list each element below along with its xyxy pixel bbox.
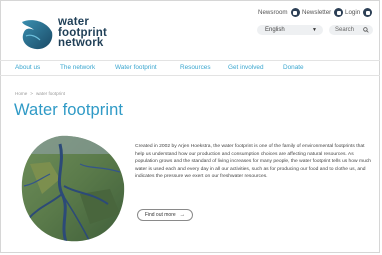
newsletter-link[interactable]: Newsletter xyxy=(302,8,344,17)
language-value: English xyxy=(265,27,285,33)
logo-line-1: water xyxy=(58,16,90,28)
hero-image xyxy=(21,135,125,242)
main-nav: About us The network Water footprint Res… xyxy=(0,60,380,76)
intro-paragraph: Created in 2002 by Arjen Hoekstra, the w… xyxy=(135,144,372,180)
breadcrumb-current: water footprint xyxy=(35,91,66,96)
nav-item-resources[interactable]: Resources xyxy=(180,64,211,71)
page-title: Water footprint xyxy=(14,101,124,119)
newsroom-icon xyxy=(290,8,300,17)
user-icon xyxy=(363,8,373,17)
logo-text[interactable]: water footprint network xyxy=(58,17,107,49)
search-input[interactable]: Search xyxy=(329,25,373,35)
newsroom-link[interactable]: Newsroom xyxy=(258,8,300,17)
arrow-right-icon: → xyxy=(179,212,186,218)
nav-item-water-footprint[interactable]: Water footprint xyxy=(115,64,157,71)
breadcrumb-separator: > xyxy=(30,91,33,96)
breadcrumb-home[interactable]: Home xyxy=(15,91,27,96)
find-out-more-label: Find out more xyxy=(144,212,176,218)
language-select[interactable]: English ▼ xyxy=(257,25,323,35)
logo-line-3: network xyxy=(58,37,104,49)
search-icon[interactable] xyxy=(363,27,369,33)
nav-item-about-us[interactable]: About us xyxy=(15,64,40,71)
logo-icon[interactable] xyxy=(20,18,54,50)
search-placeholder: Search xyxy=(335,27,355,33)
breadcrumb: Home > water footprint xyxy=(15,91,65,96)
nav-item-the-network[interactable]: The network xyxy=(60,64,95,71)
nav-item-donate[interactable]: Donate xyxy=(283,64,304,71)
find-out-more-button[interactable]: Find out more → xyxy=(137,209,193,221)
chevron-down-icon: ▼ xyxy=(312,27,317,33)
newsroom-label: Newsroom xyxy=(258,9,288,16)
login-label: Login xyxy=(345,9,361,16)
newsletter-icon xyxy=(334,8,344,17)
newsletter-label: Newsletter xyxy=(302,9,332,16)
login-link[interactable]: Login xyxy=(345,8,373,17)
nav-item-get-involved[interactable]: Get involved xyxy=(228,64,264,71)
